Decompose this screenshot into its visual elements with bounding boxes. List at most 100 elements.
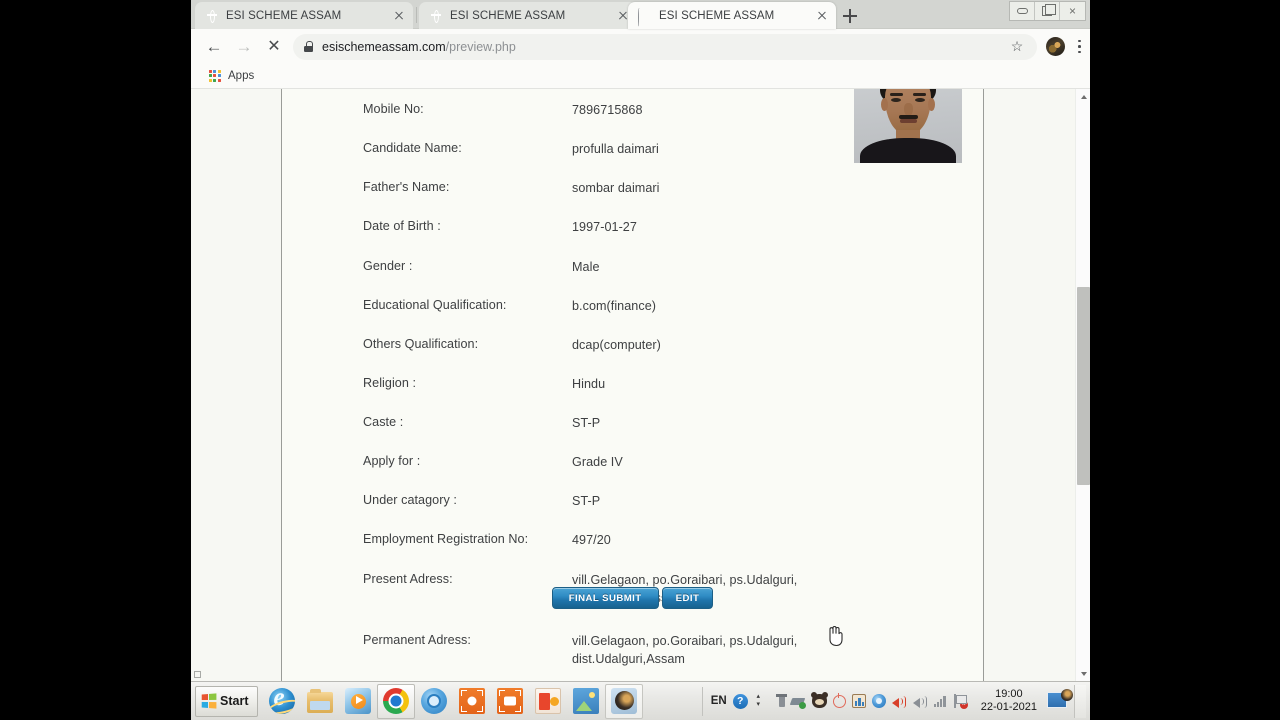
forward-button[interactable]: → (229, 32, 259, 62)
edit-button[interactable]: EDIT (661, 587, 714, 609)
close-window-button[interactable]: × (1060, 2, 1085, 20)
windows-logo-icon (201, 693, 217, 709)
back-arrow-icon: ← (205, 37, 223, 56)
internet-explorer-icon (269, 688, 296, 714)
usb-device-icon[interactable] (775, 693, 787, 707)
page-scrollbar[interactable] (1075, 89, 1090, 681)
field-label: Date of Birth : (363, 219, 441, 234)
field-label: Under catagory : (363, 493, 457, 508)
language-indicator[interactable]: EN ? ▴ ▾ (701, 686, 768, 716)
loading-spinner-icon (638, 7, 652, 27)
field-value: Hindu (572, 376, 606, 391)
minimize-button[interactable] (1010, 2, 1035, 20)
detail-row: Religion : Hindu (282, 375, 983, 394)
field-value: Male (572, 259, 600, 274)
action-center-flag-icon[interactable]: × (953, 694, 968, 709)
field-value: sombar daimari (572, 181, 660, 196)
start-label: Start (220, 694, 249, 708)
taskbar-item-internet-explorer[interactable] (263, 684, 301, 719)
show-desktop-button[interactable] (1074, 684, 1086, 718)
field-value: ST-P (572, 494, 601, 509)
field-value: profulla daimari (572, 142, 659, 157)
language-expand-icon[interactable]: ▴ ▾ (754, 693, 763, 710)
scroll-down-button[interactable] (1076, 666, 1090, 681)
field-value: dcap(computer) (572, 337, 661, 352)
taskbar-item-screen-recorder[interactable] (453, 684, 491, 719)
field-label: Mobile No: (363, 102, 424, 116)
bookmark-apps[interactable]: Apps (204, 66, 259, 86)
detail-row: Permanent Adress: vill.Gelagaon, po.Gora… (282, 632, 983, 669)
restore-button[interactable] (1035, 2, 1060, 20)
tab-close-icon[interactable] (814, 8, 830, 24)
scroll-up-button[interactable] (1076, 89, 1090, 104)
taskbar-item-presentation-app[interactable] (529, 684, 567, 719)
detail-row: Under catagory : ST-P (282, 492, 983, 511)
tray-overflow-window-icon[interactable] (1046, 688, 1073, 714)
taskbar-item-photo-viewer[interactable] (567, 684, 605, 719)
system-tray: EN ? ▴ ▾ × 19:00 22-01-2021 (701, 682, 1090, 720)
help-icon[interactable]: ? (732, 693, 748, 709)
network-icon[interactable] (791, 695, 806, 709)
detail-row: Apply for : Grade IV (282, 453, 983, 472)
tab-close-icon[interactable] (391, 8, 407, 24)
browser-tab-3-active[interactable]: ESI SCHEME ASSAM (628, 2, 836, 29)
volume-muted-icon[interactable] (912, 694, 928, 708)
browser-tab-2[interactable]: ESI SCHEME ASSAM (419, 2, 637, 29)
globe-icon (429, 9, 443, 23)
taskbar-item-screen-capture[interactable] (491, 684, 529, 719)
volume-icon[interactable] (891, 694, 907, 708)
presentation-app-icon (535, 688, 562, 714)
scrollbar-thumb[interactable] (1077, 287, 1090, 485)
field-label: Employment Registration No: (363, 532, 529, 547)
field-value: 1997-01-27 (572, 220, 637, 235)
stop-loading-button[interactable]: ✕ (259, 32, 289, 62)
back-button[interactable]: ← (199, 32, 229, 62)
kebab-menu-icon[interactable] (1068, 35, 1090, 59)
google-chrome-icon (383, 688, 410, 714)
start-button[interactable]: Start (195, 685, 259, 717)
browser-update-icon[interactable] (871, 694, 886, 708)
field-value: ST-P (572, 416, 601, 430)
detail-row: Employment Registration No: 497/20 (282, 531, 983, 550)
screen-recorder-icon (459, 688, 486, 714)
field-label: Religion : (363, 375, 417, 390)
globe-icon (205, 9, 219, 23)
taskbar-item-windows-media-player[interactable] (339, 684, 377, 719)
field-value: vill.Gelagaon, po.Goraibari, ps.Udalguri… (572, 633, 798, 667)
close-icon: × (1068, 4, 1076, 18)
field-label: Father's Name: (363, 180, 450, 195)
field-label: Caste : (363, 415, 404, 429)
clock-time: 19:00 (995, 688, 1023, 700)
taskbar-item-file-explorer[interactable] (301, 684, 339, 719)
profile-avatar[interactable] (1046, 37, 1065, 56)
address-bar[interactable]: esischemeassam.com/preview.php ☆ (293, 33, 1037, 60)
monitor-chart-icon[interactable] (851, 694, 866, 708)
windows-taskbar: Start e EN ? ▴ ▾ × 19:00 22-01-2021 (191, 681, 1090, 720)
antivirus-bear-icon[interactable] (810, 692, 828, 708)
bookmark-label: Apps (228, 70, 255, 82)
tab-title: ESI SCHEME ASSAM (226, 9, 342, 22)
bookmarks-bar: Apps (191, 64, 1090, 89)
screen-capture-icon (497, 688, 524, 714)
page-viewport: Mobile No: 7896715868 Candidate Name: pr… (191, 89, 1090, 681)
new-tab-button[interactable] (839, 5, 861, 27)
browser-tab-1[interactable]: ESI SCHEME ASSAM (195, 2, 413, 29)
chromium-browser-icon (421, 688, 448, 714)
detail-row: Father's Name: sombar daimari (282, 179, 983, 198)
taskbar-item-chromium-browser[interactable] (415, 684, 453, 719)
bookmark-star-icon[interactable]: ☆ (1007, 37, 1027, 57)
browser-toolbar: ← → ✕ esischemeassam.com/preview.php ☆ (191, 29, 1090, 64)
candidate-passport-photo (854, 89, 962, 163)
tray-icon-group: × (768, 687, 974, 716)
taskbar-item-media-app[interactable] (605, 683, 644, 719)
taskbar-item-google-chrome[interactable] (377, 683, 416, 719)
final-submit-button[interactable]: FINAL SUBMIT (551, 587, 659, 609)
field-value: b.com(finance) (572, 298, 656, 313)
taskbar-clock[interactable]: 19:00 22-01-2021 (974, 688, 1044, 714)
media-app-icon (611, 688, 638, 714)
taskbar-app-buttons (263, 683, 644, 719)
detail-row: Educational Qualification: b.com(finance… (282, 297, 983, 316)
signal-bars-icon[interactable] (933, 695, 948, 707)
notification-ring-icon[interactable] (832, 692, 846, 708)
field-label: Educational Qualification: (363, 297, 507, 312)
